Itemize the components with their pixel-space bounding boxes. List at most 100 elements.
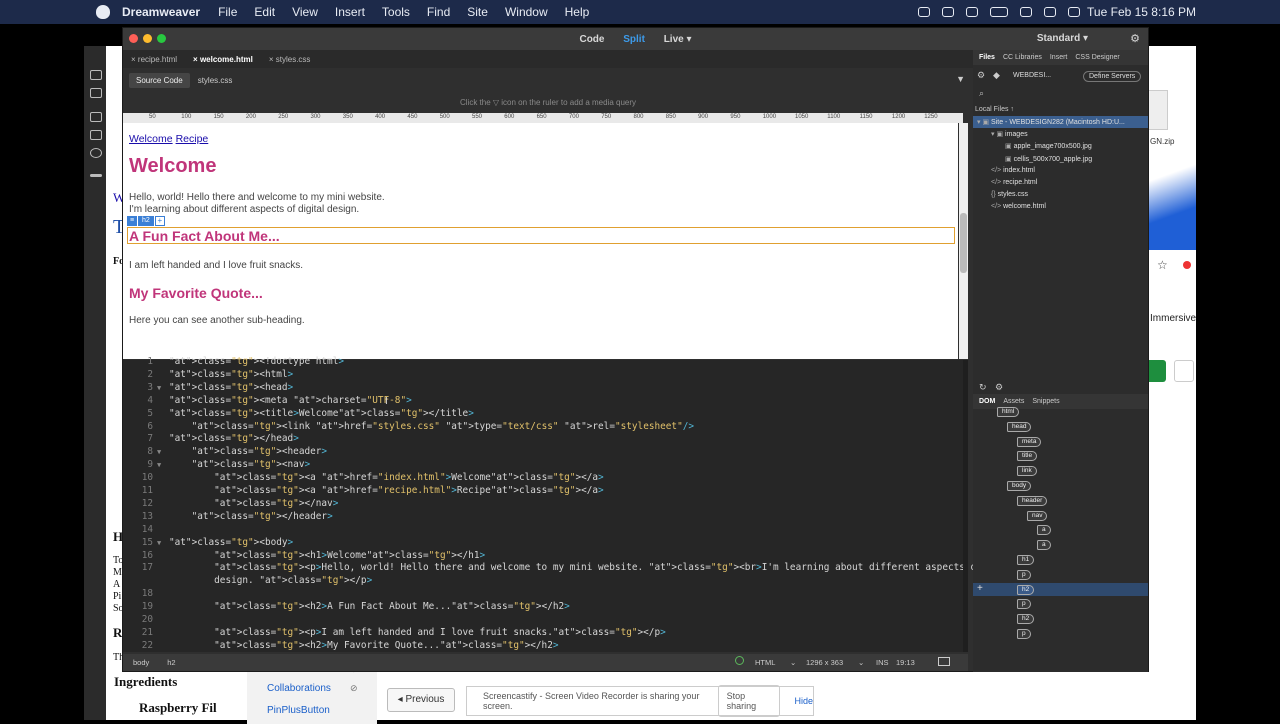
clock[interactable]: Tue Feb 15 8:16 PM (1087, 5, 1196, 19)
list-icon[interactable] (90, 130, 102, 140)
battery-icon[interactable] (990, 7, 1008, 17)
menu-find[interactable]: Find (427, 5, 450, 19)
settings-icon[interactable]: ⚙ (995, 382, 1003, 393)
live-view[interactable]: Welcome Recipe Welcome Hello, world! Hell… (123, 123, 958, 359)
live-view-button[interactable]: Live ▾ (664, 34, 692, 45)
line-number[interactable]: 18 (123, 588, 153, 599)
linting-ok-icon[interactable] (735, 656, 744, 665)
tab-welcome[interactable]: × welcome.html (185, 55, 261, 64)
line-number[interactable]: 15 (123, 537, 153, 548)
preview-icon[interactable] (938, 657, 950, 666)
menu-file[interactable]: File (218, 5, 237, 19)
screencast-icon[interactable] (918, 7, 930, 17)
tab-css-designer[interactable]: CSS Designer (1075, 54, 1119, 61)
line-number[interactable]: 1 (123, 356, 153, 367)
search-icon[interactable]: ⌕ (979, 88, 984, 99)
tag-selector-body[interactable]: body (133, 658, 149, 667)
more-icon[interactable] (90, 174, 102, 177)
bluetooth-icon[interactable] (966, 7, 978, 17)
live-p1-line2[interactable]: I'm learning about different aspects of … (129, 204, 359, 216)
close-button[interactable] (129, 34, 138, 43)
tab-styles[interactable]: × styles.css (261, 55, 319, 64)
control-center-icon[interactable] (1068, 7, 1080, 17)
source-code-tab[interactable]: Source Code (129, 72, 190, 88)
code-line[interactable]: "at">class="tg"><h1>Welcome"at">class="t… (169, 550, 485, 561)
dom-node[interactable]: title (1017, 451, 1038, 462)
window-size[interactable]: 1296 x 363 (806, 658, 843, 667)
live-p3[interactable]: Here you can see another sub-heading. (129, 315, 305, 327)
eye-icon[interactable]: ⊘ (350, 683, 358, 694)
menu-tools[interactable]: Tools (382, 5, 410, 19)
file-tree-item[interactable]: </> recipe.html (991, 179, 1037, 186)
line-number[interactable]: 20 (123, 614, 153, 625)
code-line[interactable]: "at">class="tg"><!doctype html> (169, 356, 344, 367)
menu-edit[interactable]: Edit (254, 5, 275, 19)
file-tree-item[interactable]: </> welcome.html (991, 203, 1046, 210)
dom-node[interactable]: nav (1027, 510, 1048, 521)
line-number[interactable]: 14 (123, 524, 153, 535)
line-number[interactable]: 21 (123, 627, 153, 638)
line-number[interactable]: 11 (123, 485, 153, 496)
code-scrollbar[interactable] (963, 360, 968, 652)
dom-node[interactable]: body (1007, 481, 1032, 491)
menu-site[interactable]: Site (467, 5, 488, 19)
file-tree-item[interactable]: ▾ ▣ images (991, 130, 1028, 138)
dom-node[interactable]: meta (1017, 436, 1042, 447)
time-machine-icon[interactable] (942, 7, 954, 17)
file-tree-item[interactable]: ▾ ▣ Site - WEBDESIGN282 (Macintosh HD:U.… (977, 118, 1125, 126)
selected-element-outline[interactable]: A Fun Fact About Me... (127, 227, 955, 244)
tab-dom[interactable]: DOM (979, 398, 995, 405)
scroll-thumb[interactable] (960, 213, 967, 273)
line-number[interactable]: 8 (123, 446, 153, 457)
menu-view[interactable]: View (292, 5, 318, 19)
file-tree-item[interactable]: ▣ cellis_500x700_apple.jpg (1005, 155, 1092, 163)
code-line[interactable]: "at">class="tg"></head> (169, 433, 299, 444)
workspace-switcher[interactable]: Standard ▾ (1037, 33, 1088, 44)
language-chevron-icon[interactable]: ⌄ (790, 658, 796, 667)
tab-snippets[interactable]: Snippets (1032, 398, 1059, 405)
add-element-icon[interactable]: + (977, 583, 983, 594)
dom-node[interactable]: h2 (1017, 584, 1035, 595)
ruler[interactable]: 50 100 150 200 250 300 350 400 450 500 550 600 650 70… (123, 113, 963, 123)
live-view-scrollbar[interactable] (959, 123, 968, 359)
line-number[interactable]: 5 (123, 408, 153, 419)
zoom-button[interactable] (157, 34, 166, 43)
dom-node[interactable]: h2 (1017, 614, 1035, 625)
line-number[interactable]: 13 (123, 511, 153, 522)
dom-node[interactable]: h1 (1017, 555, 1035, 565)
dom-node[interactable]: a (1037, 540, 1051, 551)
connect-icon[interactable]: ◆ (993, 70, 1000, 81)
code-line[interactable]: "at">class="tg"><meta "at">charset="UTF-… (169, 395, 412, 406)
code-line[interactable]: "at">class="tg"><head> (169, 382, 293, 393)
apple-icon[interactable] (96, 5, 110, 19)
define-servers-button[interactable]: Define Servers (1083, 71, 1142, 82)
code-line[interactable]: "at">class="tg"><html> (169, 369, 293, 380)
language-select[interactable]: HTML (755, 658, 775, 667)
extension-icon[interactable] (1183, 261, 1191, 269)
line-number[interactable]: 10 (123, 472, 153, 483)
gear-icon[interactable]: ⚙ (1130, 32, 1140, 45)
code-line[interactable]: "at">class="tg"><h2>A Fun Fact About Me.… (169, 601, 570, 612)
insert-mode[interactable]: INS (876, 658, 889, 667)
filter-icon[interactable]: ▼ (956, 74, 965, 84)
file-tree-item[interactable]: {} styles.css (991, 191, 1028, 198)
code-line[interactable]: "at">class="tg"><header> (169, 446, 327, 457)
dom-node[interactable]: html (997, 407, 1020, 417)
menu-window[interactable]: Window (505, 5, 548, 19)
live-h2-quote[interactable]: My Favorite Quote... (129, 285, 263, 301)
code-line[interactable]: "at">class="tg"><a "at">href="recipe.htm… (169, 485, 604, 496)
line-number[interactable]: 4 (123, 395, 153, 406)
line-number[interactable]: 16 (123, 550, 153, 561)
code-line[interactable]: "at">class="tg"></header> (169, 511, 333, 522)
live-p2[interactable]: I am left handed and I love fruit snacks… (129, 260, 303, 272)
stop-sharing-button[interactable]: Stop sharing (717, 685, 781, 717)
site-dropdown[interactable]: WEBDESI... (1013, 72, 1051, 79)
menu-help[interactable]: Help (565, 5, 590, 19)
tab-recipe[interactable]: × recipe.html (123, 55, 185, 64)
hide-button[interactable]: Hide (794, 696, 813, 706)
hamburger-icon[interactable]: ≡ (127, 216, 137, 226)
site-icon[interactable]: ⚙ (977, 70, 985, 81)
live-h2-fun-fact[interactable]: A Fun Fact About Me... (129, 228, 280, 244)
code-view[interactable]: 1 "at">class="tg"><!doctype html> 2 "at">cl… (123, 356, 1027, 652)
file-tree-item[interactable]: </> index.html (991, 167, 1035, 174)
